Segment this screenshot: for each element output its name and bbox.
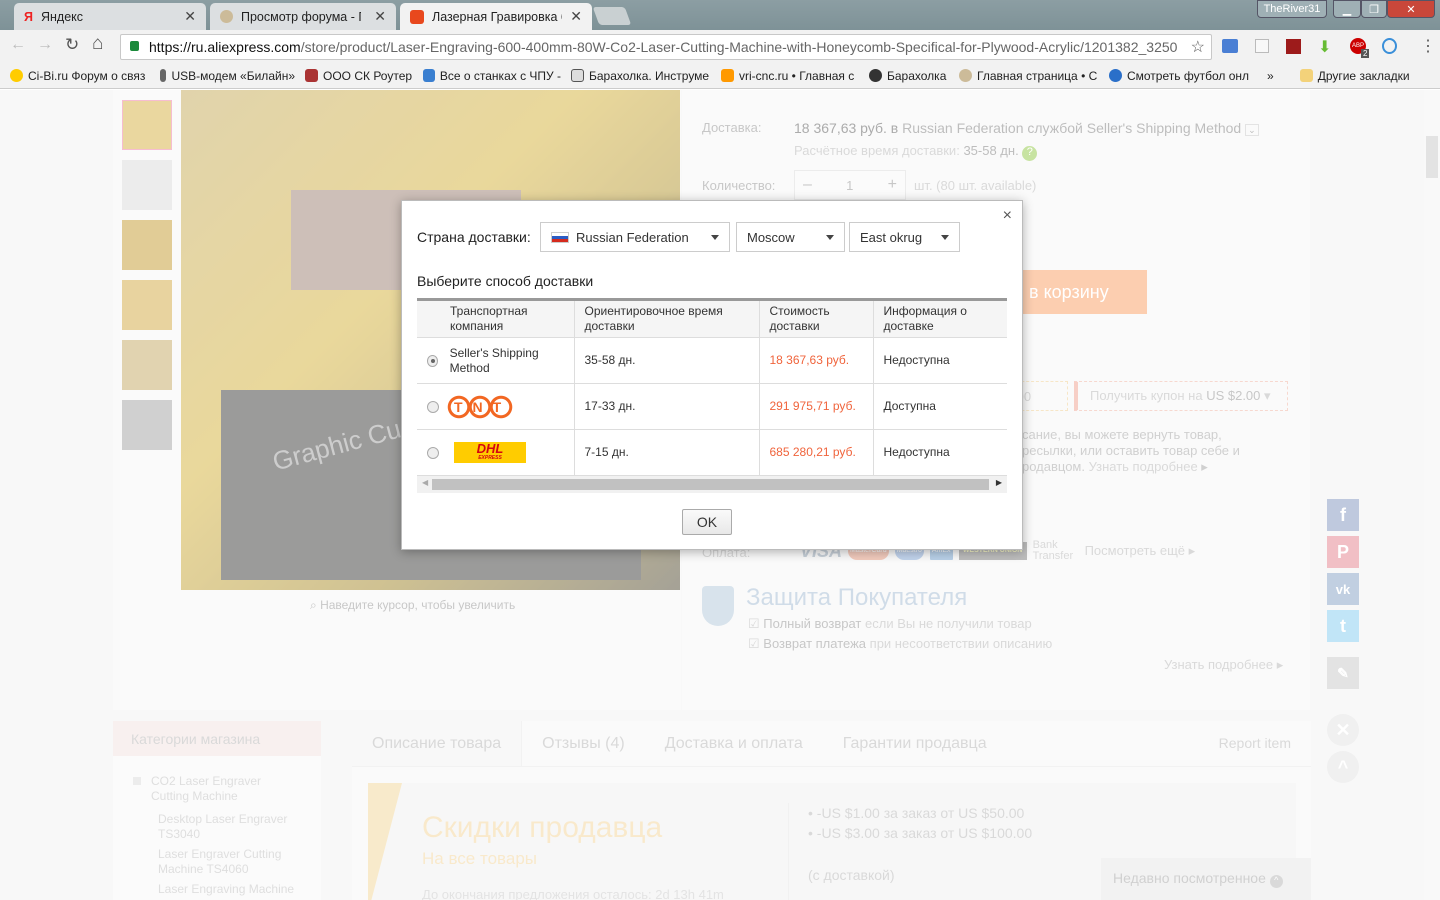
table-row[interactable]: Seller's Shipping Method 35-58 дн. 18 367… — [417, 337, 1007, 384]
shipping-radio[interactable] — [427, 354, 438, 367]
russia-flag-icon — [551, 231, 569, 243]
tab-yandex[interactable]: Я Яндекс ✕ — [14, 3, 206, 30]
tab-strip: Я Яндекс ✕ Просмотр форума - Пр ✕ Лазерная … — [0, 0, 1440, 30]
district-select[interactable]: East okrug — [849, 222, 960, 252]
bookmark-item[interactable]: USB-модем «Билайн» — [160, 69, 295, 83]
table-header: Транспортная компания Ориентировочное вр… — [417, 298, 1007, 338]
folder-icon — [1299, 69, 1313, 82]
close-tab-icon[interactable]: ✕ — [570, 8, 582, 25]
tnt-logo: TNT — [447, 394, 514, 419]
router-icon — [305, 69, 318, 82]
gear-icon — [869, 69, 882, 82]
adblock-badge: 2 — [1361, 49, 1370, 58]
country-label: Страна доставки: — [417, 229, 531, 245]
shipping-modal: × Страна доставки: Russian Federation Mo… — [401, 200, 1023, 550]
bookmark-item[interactable]: Барахолка. Инструме — [571, 69, 711, 83]
dhl-logo: DHL EXPRESS — [454, 442, 526, 463]
url-path: /store/product/Laser-Engraving-600-400mm… — [300, 39, 1178, 55]
bookmark-item[interactable]: vri-cnc.ru • Главная с — [721, 69, 859, 83]
pdf-extension-icon[interactable] — [1286, 39, 1301, 54]
forward-icon[interactable]: → — [37, 36, 53, 54]
reload-icon[interactable]: ↻ — [65, 35, 79, 55]
vri-icon — [721, 69, 734, 82]
shipping-table: Транспортная компания Ориентировочное вр… — [417, 298, 1007, 493]
close-tab-icon[interactable]: ✕ — [184, 8, 196, 25]
carrier-name: Seller's Shipping Method — [449, 345, 539, 375]
profile-button[interactable]: TheRiver31 — [1257, 0, 1327, 18]
bookmark-item[interactable]: Барахолка — [869, 69, 949, 83]
mail-extension-icon[interactable] — [1222, 39, 1238, 53]
new-tab-button[interactable] — [592, 7, 632, 25]
shipping-radio[interactable] — [427, 446, 439, 459]
bookmarks-bar: Ci-Bi.ru Форум о связ USB-модем «Билайн»… — [0, 63, 1440, 89]
chevron-down-icon — [826, 234, 834, 240]
ok-button[interactable]: OK — [682, 509, 732, 535]
shipping-radio[interactable] — [427, 400, 439, 413]
ls-icon — [1109, 69, 1122, 82]
table-row[interactable]: DHL EXPRESS 7-15 дн. 685 280,21 руб. Недост… — [417, 429, 1007, 476]
chevron-down-icon — [941, 234, 949, 240]
url-domain: https://ru.aliexpress.com — [149, 39, 301, 55]
yandex-icon: Я — [24, 9, 33, 24]
back-icon[interactable]: ← — [10, 36, 26, 54]
chevron-down-icon — [711, 234, 719, 240]
k-extension-icon[interactable] — [1255, 39, 1269, 53]
scrollbar-thumb[interactable] — [432, 479, 989, 490]
tab-title: Просмотр форума - Пр — [241, 9, 361, 24]
tab-forum[interactable]: Просмотр форума - Пр ✕ — [210, 3, 396, 30]
tab-title: Лазерная Гравировка 6 — [432, 9, 562, 24]
bookmarks-overflow[interactable]: » — [1267, 69, 1274, 83]
country-select[interactable]: Russian Federation — [540, 222, 730, 252]
close-window-button[interactable]: ✕ — [1387, 0, 1435, 18]
menu-icon[interactable]: ⋮ — [1420, 36, 1436, 56]
drop-extension-icon[interactable] — [1382, 38, 1397, 54]
tab-aliexpress[interactable]: Лазерная Гравировка 6 ✕ — [400, 3, 592, 30]
modem-icon — [160, 69, 167, 82]
close-tab-icon[interactable]: ✕ — [374, 8, 386, 25]
smiley-icon — [571, 69, 584, 82]
table-scrollbar[interactable]: ◀ ▶ — [417, 476, 1007, 493]
beeline-icon — [10, 69, 23, 82]
city-select[interactable]: Moscow — [736, 222, 845, 252]
bookmark-star-icon[interactable]: ☆ — [1190, 37, 1205, 57]
close-modal-icon[interactable]: × — [1003, 207, 1012, 225]
lock-icon — [130, 41, 139, 51]
cnc-icon — [423, 69, 435, 82]
home-icon[interactable]: ⌂ — [92, 33, 103, 55]
bookmark-item[interactable]: Смотреть футбол онл — [1109, 69, 1249, 83]
bookmark-item[interactable]: ООО СК Роутер — [305, 69, 413, 83]
maximize-button[interactable]: ❐ — [1361, 0, 1387, 18]
bookmark-item[interactable]: Ci-Bi.ru Форум о связ — [10, 69, 150, 83]
bookmark-item[interactable]: Главная страница • С — [959, 69, 1099, 83]
table-row[interactable]: TNT 17-33 дн. 291 975,71 руб. Доступна — [417, 383, 1007, 430]
aliexpress-icon — [410, 9, 424, 24]
address-bar[interactable]: https://ru.aliexpress.com/store/product/… — [120, 34, 1212, 60]
shipping-method-title: Выберите способ доставки — [417, 273, 594, 289]
download-extension-icon[interactable]: ⬇ — [1318, 37, 1331, 57]
forum-icon — [959, 69, 972, 82]
minimize-button[interactable]: ▁ — [1333, 0, 1361, 18]
other-bookmarks[interactable]: Другие закладки — [1299, 69, 1410, 83]
bookmark-item[interactable]: Все о станках с ЧПУ - — [423, 69, 561, 83]
tab-title: Яндекс — [40, 9, 84, 24]
forum-icon — [220, 10, 233, 23]
